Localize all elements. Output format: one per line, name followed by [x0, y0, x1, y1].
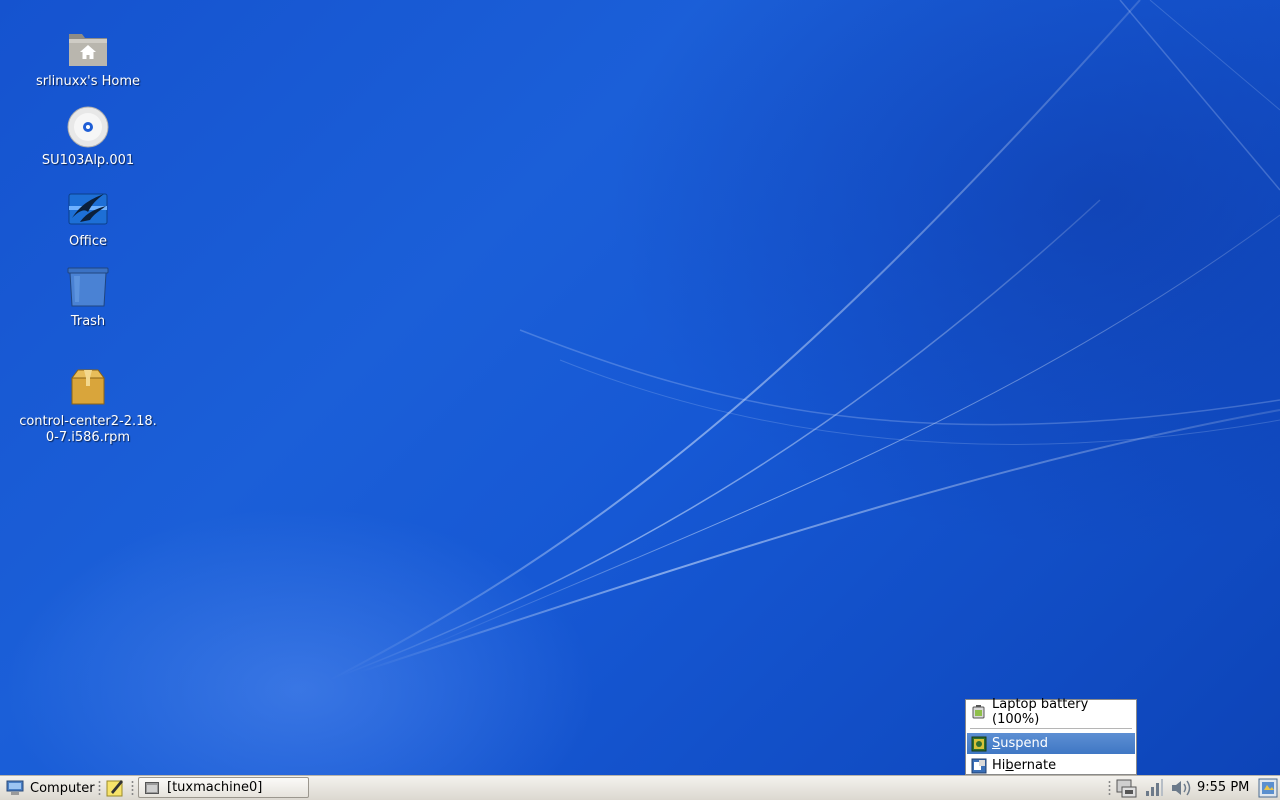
package-icon [71, 369, 105, 405]
terminal-window-icon [145, 781, 159, 794]
notifier-icon[interactable] [1258, 778, 1278, 798]
battery-status-label: Laptop battery (100%) [992, 696, 1089, 727]
suspend-icon [971, 736, 987, 751]
power-menu: Laptop battery (100%) Suspend Hibernate [965, 697, 1137, 775]
desktop-icon-label: srlinuxx's Home [35, 74, 141, 89]
desktop-icon-label: Office [69, 234, 107, 249]
panel-drag-handle[interactable] [98, 780, 101, 796]
window-list-label: [tuxmachine0] [167, 780, 263, 795]
battery-icon [972, 704, 985, 718]
desktop-icon-cd[interactable]: SU103Alp.001 [18, 105, 158, 169]
bottom-panel: Computer [tuxmachine0] 9:55 PM [0, 775, 1280, 800]
suspend-label: Suspend [992, 736, 1048, 751]
computer-menu-button[interactable]: Computer [2, 777, 96, 799]
suspend-menu-item[interactable]: Suspend [967, 733, 1135, 754]
computer-menu-label: Computer [30, 780, 95, 796]
trash-icon [67, 267, 109, 307]
desktop-icon-label: control-center2-2.18. [19, 414, 157, 429]
hibernate-label: Hibernate [992, 758, 1056, 773]
desktop-background[interactable]: srlinuxx's Home SU103Alp.001 Office Tras… [0, 0, 1280, 775]
power-manager-icon[interactable] [1116, 778, 1138, 798]
volume-icon[interactable] [1170, 778, 1192, 798]
desktop-icon-label: 0-7.i586.rpm [45, 430, 131, 445]
desktop-icon-home[interactable]: srlinuxx's Home [18, 26, 158, 90]
desktop-icon-label: SU103Alp.001 [41, 153, 135, 168]
home-folder-icon [69, 34, 107, 66]
hibernate-icon [971, 758, 987, 773]
desktop-icon-package[interactable]: control-center2-2.18. 0-7.i586.rpm [18, 366, 158, 446]
cd-disc-icon [67, 106, 109, 148]
menu-separator [970, 728, 1132, 729]
desktop-icon-trash[interactable]: Trash [18, 266, 158, 330]
hibernate-menu-item[interactable]: Hibernate [967, 755, 1135, 775]
desktop-icon-label: Trash [70, 314, 106, 329]
clock[interactable]: 9:55 PM [1197, 780, 1249, 795]
panel-drag-handle[interactable] [1108, 780, 1111, 796]
sticky-notes-launcher[interactable] [105, 778, 125, 798]
desktop-icon-office[interactable]: Office [18, 186, 158, 250]
hibernate-label-prefix: Hi [992, 758, 1006, 773]
office-suite-icon [68, 193, 108, 225]
suspend-label-rest: uspend [1000, 736, 1049, 751]
hibernate-mnemonic: b [1005, 758, 1014, 773]
network-signal-icon[interactable] [1144, 778, 1164, 798]
computer-icon [6, 780, 24, 795]
notes-icon [106, 780, 123, 797]
battery-status-item[interactable]: Laptop battery (100%) [967, 697, 1135, 727]
panel-drag-handle[interactable] [131, 780, 134, 796]
hibernate-label-rest: ernate [1013, 758, 1057, 773]
wallpaper-swoosh [329, 0, 1280, 681]
window-list-button[interactable]: [tuxmachine0] [138, 777, 309, 798]
